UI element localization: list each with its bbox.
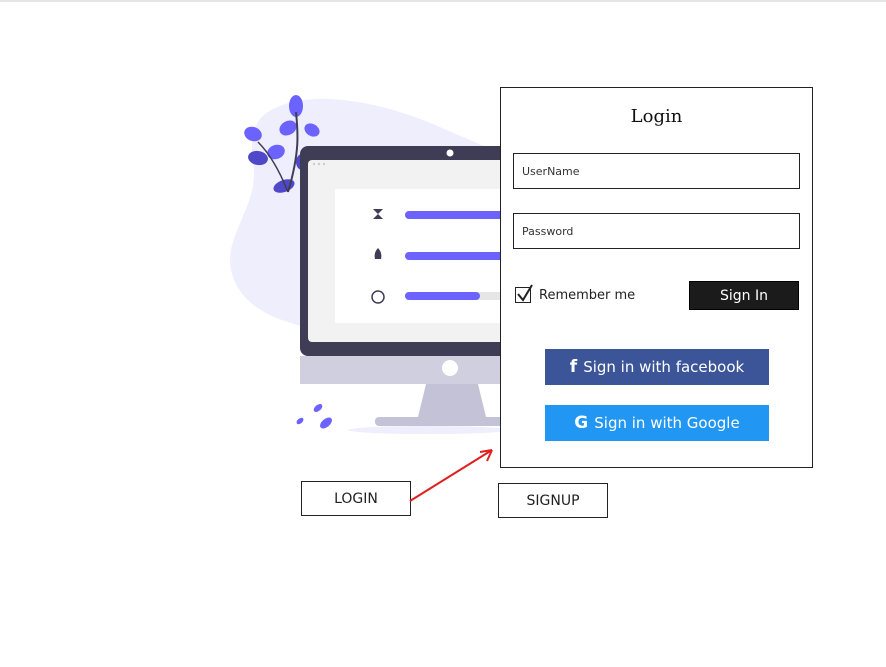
computer-illustration [230,95,525,434]
password-input[interactable] [513,213,800,249]
facebook-signin-button[interactable]: f Sign in with facebook [545,349,769,385]
login-panel: Login Remember me Sign In f Sign in with… [500,87,813,468]
signup-wireframe-button[interactable]: SIGNUP [498,483,608,518]
sign-in-button[interactable]: Sign In [689,281,799,310]
signup-label: SIGNUP [526,492,580,509]
remember-label: Remember me [539,287,636,303]
remember-me-row[interactable]: Remember me [515,284,635,306]
login-wireframe-button[interactable]: LOGIN [301,481,411,516]
username-input[interactable] [513,153,800,189]
google-signin-button[interactable]: G Sign in with Google [545,405,769,441]
remember-checkbox[interactable] [515,284,533,303]
checkmark-icon [517,284,533,302]
top-border [0,0,886,2]
flow-arrow-icon [409,449,493,502]
login-label: LOGIN [334,490,378,507]
facebook-signin-label: Sign in with facebook [583,358,745,376]
sign-in-label: Sign In [720,287,768,304]
panel-title: Login [630,106,683,127]
google-signin-label: Sign in with Google [594,414,740,432]
facebook-icon: f [569,357,578,377]
google-icon: G [574,413,589,433]
